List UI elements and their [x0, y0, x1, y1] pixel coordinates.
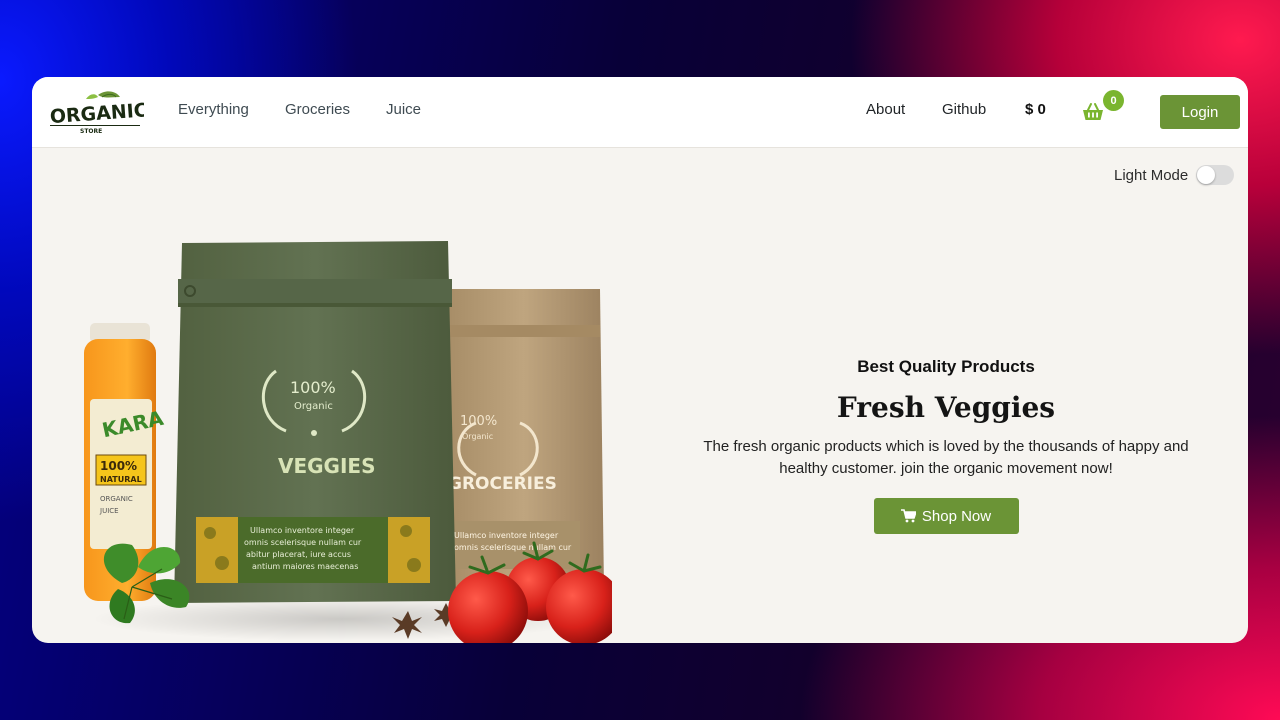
- hero-product-illustration: KARA 100% NATURAL ORGANIC JUICE 100% Org…: [84, 241, 612, 643]
- cart-count-badge: 0: [1103, 90, 1124, 111]
- hero-headline: Fresh Veggies: [836, 391, 1056, 424]
- toggle-knob: [1197, 166, 1216, 184]
- shop-now-button[interactable]: Shop Now: [873, 498, 1019, 534]
- jar-line-2: JUICE: [99, 507, 119, 515]
- bag1-text-4: antium maiores maecenas: [252, 562, 358, 571]
- theme-toggle-switch[interactable]: [1196, 165, 1235, 185]
- bag1-text-1: Ullamco inventore integer: [250, 526, 355, 535]
- basket-icon[interactable]: [1082, 101, 1104, 123]
- nav-about[interactable]: About: [866, 101, 905, 118]
- cart-total: $ 0: [1025, 101, 1046, 118]
- logo-text-sub: STORE: [80, 128, 102, 135]
- organic-store-logo[interactable]: ORGANIC STORE: [46, 87, 144, 137]
- groceries-bag: 100% Organic GROCERIES Ullamco inventore…: [444, 289, 604, 593]
- veggies-bag: 100% Organic VEGGIES Ullamco inventore i…: [174, 241, 456, 603]
- hero-eyebrow: Best Quality Products: [857, 357, 1035, 376]
- theme-label: Light Mode: [1114, 166, 1189, 184]
- bag2-text-2: omnis scelerisque nullam cur: [454, 543, 572, 552]
- nav-groceries[interactable]: Groceries: [285, 101, 350, 118]
- shop-now-label: Shop Now: [921, 507, 992, 525]
- bag1-badge-sub: Organic: [294, 401, 333, 412]
- app-window: ORGANIC STORE Everything Groceries Juice…: [32, 77, 1248, 643]
- login-button[interactable]: Login: [1160, 95, 1240, 129]
- nav-github[interactable]: Github: [942, 101, 986, 118]
- nav-juice[interactable]: Juice: [386, 101, 421, 118]
- bag1-text-2: omnis scelerisque nullam cur: [244, 538, 362, 547]
- bag2-badge-text: 100%: [460, 414, 497, 429]
- cart-icon: [900, 509, 916, 523]
- hero-description: The fresh organic products which is love…: [703, 438, 1189, 477]
- theme-toggle-row: Light Mode: [1114, 165, 1235, 185]
- bag2-text-1: Ullamco inventore integer: [454, 531, 559, 540]
- jar-badge-text: 100%: [100, 459, 137, 473]
- bag1-text-3: abitur placerat, iure accus: [246, 550, 351, 559]
- nav-everything[interactable]: Everything: [178, 101, 249, 118]
- hero-copy: Best Quality Products Fresh Veggies The …: [682, 357, 1210, 534]
- bag1-title: VEGGIES: [278, 454, 375, 478]
- bag2-badge-sub: Organic: [462, 432, 493, 441]
- logo-text-main: ORGANIC: [49, 99, 144, 128]
- top-navbar: ORGANIC STORE Everything Groceries Juice…: [32, 77, 1248, 148]
- bag1-badge-text: 100%: [290, 378, 336, 397]
- bag2-title: GROCERIES: [448, 474, 557, 494]
- jar-sub-text: NATURAL: [100, 475, 142, 484]
- jar-line-1: ORGANIC: [100, 495, 133, 503]
